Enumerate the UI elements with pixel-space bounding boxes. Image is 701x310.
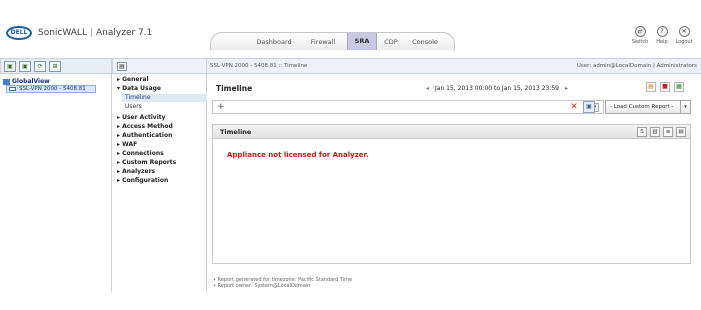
help-button[interactable]: ? Help <box>651 26 673 45</box>
nav-connections-label: Connections <box>122 150 164 157</box>
user-info: User: admin@LocalDomain | Administrators <box>576 63 697 69</box>
tree-item-device[interactable]: SSL-VPN 2000 - 5408.81 <box>6 85 96 93</box>
help-icon: ? <box>656 26 668 37</box>
logout-label: Logout <box>675 39 693 45</box>
tab-console[interactable]: Console <box>408 35 442 49</box>
tree-root-label: GlobalView <box>12 78 50 85</box>
nav-data-usage[interactable]: ▾ Data Usage <box>117 84 161 93</box>
nav-connections[interactable]: ▸ Connections <box>117 149 164 158</box>
license-error-message: Appliance not licensed for Analyzer. <box>227 151 369 159</box>
switch-icon: ⇄ <box>634 26 646 37</box>
tree-root-globalview[interactable]: GlobalView <box>3 78 50 85</box>
nav-data-usage-label: Data Usage <box>122 85 162 92</box>
dell-logo: DELL <box>6 26 32 40</box>
nav-custom-reports[interactable]: ▸ Custom Reports <box>117 158 176 167</box>
logout-icon: ✕ <box>678 26 690 37</box>
combined-view-icon[interactable]: ▤ <box>676 127 686 137</box>
nav-general[interactable]: ▸ General <box>117 75 149 84</box>
tree-toolbar: ▣ ▣ ⟳ ⊞ <box>0 58 112 74</box>
filter-bar[interactable]: + ➔ <box>212 100 604 114</box>
breadcrumb-bar: SSL-VPN 2000 - 5408.81 :: Timeline User:… <box>207 58 701 74</box>
help-label: Help <box>656 39 668 45</box>
product-name: SonicWALL <box>38 28 87 38</box>
tab-cdp[interactable]: CDP <box>380 35 402 49</box>
chart-view-icon[interactable]: ▥ <box>650 127 660 137</box>
next-date-icon[interactable]: ▸ <box>565 85 568 92</box>
device-tree: GlobalView SSL-VPN 2000 - 5408.81 <box>0 74 112 292</box>
save-report-icon[interactable]: ▣ <box>583 101 595 113</box>
nav-authentication-label: Authentication <box>122 132 173 139</box>
nav-access-method-label: Access Method <box>122 123 173 130</box>
timeline-panel: Timeline S ▥ ≡ ▤ Appliance not licensed … <box>212 124 691 264</box>
add-device-icon[interactable]: ▣ <box>19 61 31 72</box>
schedule-icon[interactable]: ▤ <box>646 82 656 92</box>
report-actions: ▤ ■ ▦ <box>646 82 696 94</box>
tab-sra[interactable]: SRA <box>347 33 377 50</box>
panel-header: Timeline S ▥ ≡ ▤ <box>213 125 690 139</box>
load-custom-report-label: - Load Custom Report - <box>610 104 674 110</box>
pdf-icon[interactable]: ■ <box>660 82 670 92</box>
nav-toolbar: ▤ <box>112 58 207 74</box>
report-nav: ▸ General ▾ Data Usage Timeline Users ▸ … <box>112 74 207 292</box>
date-range-selector: ◂ Jan 15, 2013 00:00 to Jan 15, 2013 23:5… <box>420 85 574 92</box>
date-range-text[interactable]: Jan 15, 2013 00:00 to Jan 15, 2013 23:59 <box>435 85 559 92</box>
export-icon[interactable]: ▦ <box>674 82 684 92</box>
tab-dashboard[interactable]: Dashboard <box>252 35 296 49</box>
nav-configuration-label: Configuration <box>122 177 169 184</box>
summary-view-icon[interactable]: S <box>637 127 647 137</box>
nav-waf[interactable]: ▸ WAF <box>117 140 137 149</box>
nav-timeline[interactable]: Timeline <box>122 94 207 102</box>
nav-user-activity[interactable]: ▸ User Activity <box>117 113 166 122</box>
footnote-owner: • Report owner: System@LocalDomain <box>213 283 311 289</box>
switch-button[interactable]: ⇄ Switch <box>629 26 651 45</box>
tree-device-label: SSL-VPN 2000 - 5408.81 <box>19 86 86 92</box>
add-group-icon[interactable]: ▣ <box>4 61 16 72</box>
nav-general-label: General <box>122 76 149 83</box>
breadcrumb: SSL-VPN 2000 - 5408.81 :: Timeline <box>210 63 308 69</box>
module-name: Analyzer 7.1 <box>96 28 153 38</box>
main-tabs: Dashboard Firewall SRA CDP Console <box>210 32 455 50</box>
appliance-icon <box>9 87 16 91</box>
table-view-icon[interactable]: ≡ <box>663 127 673 137</box>
brand-title: SonicWALL | Analyzer 7.1 <box>38 28 152 38</box>
nav-analyzers-label: Analyzers <box>122 168 156 175</box>
nav-custom-reports-label: Custom Reports <box>122 159 177 166</box>
prev-date-icon[interactable]: ◂ <box>426 85 429 92</box>
switch-label: Switch <box>631 39 649 45</box>
chevron-down-icon: ▾ <box>680 101 690 113</box>
refresh-tree-icon[interactable]: ⟳ <box>34 61 46 72</box>
header-actions: ⇄ Switch ? Help ✕ Logout <box>629 26 695 50</box>
panel-title: Timeline <box>220 128 252 136</box>
tree-view-icon[interactable]: ⊞ <box>49 61 61 72</box>
page-title: Timeline <box>216 84 253 93</box>
tab-firewall[interactable]: Firewall <box>306 35 340 49</box>
nav-authentication[interactable]: ▸ Authentication <box>117 131 172 140</box>
app-header: DELL SonicWALL | Analyzer 7.1 Dashboard Fi… <box>0 0 701 58</box>
clear-filter-icon[interactable]: ✕ <box>568 101 580 113</box>
logout-button[interactable]: ✕ Logout <box>673 26 695 45</box>
collapse-nav-icon[interactable]: ▤ <box>117 62 127 71</box>
nav-waf-label: WAF <box>122 141 138 148</box>
load-custom-report-select[interactable]: - Load Custom Report - ▾ <box>605 100 691 114</box>
globe-icon <box>3 78 10 85</box>
add-filter-icon[interactable]: + <box>217 102 225 112</box>
nav-users[interactable]: Users <box>122 103 207 111</box>
brand-separator: | <box>89 28 94 38</box>
report-footnotes: • Report generated for timezone: Pacific… <box>213 277 352 289</box>
nav-user-activity-label: User Activity <box>122 114 166 121</box>
nav-configuration[interactable]: ▸ Configuration <box>117 176 168 185</box>
nav-analyzers[interactable]: ▸ Analyzers <box>117 167 155 176</box>
nav-access-method[interactable]: ▸ Access Method <box>117 122 173 131</box>
